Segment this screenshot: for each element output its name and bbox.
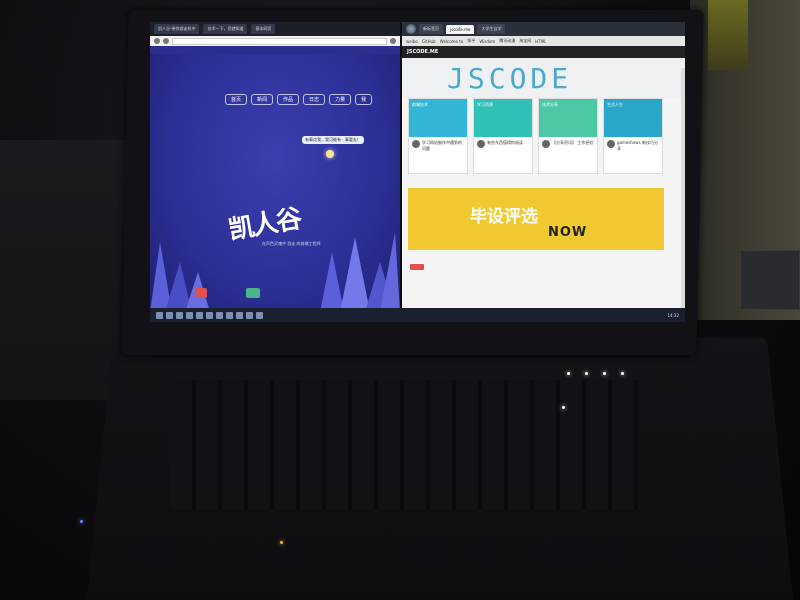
card-body: 有些东西值得你阅读 <box>474 137 532 151</box>
right-tab[interactable]: 新标签页 <box>419 24 443 34</box>
card[interactable]: 学习资源 有些东西值得你阅读 <box>473 98 533 174</box>
left-browser-window: 凯人谷-带你游走机中 技术一下，您就知道 基本网页 首页 新闻 作品 日志 力量… <box>150 22 400 312</box>
status-led <box>562 406 565 409</box>
right-browser-window: 新标签页 jscode.me 大学生自学 weibo GitHub Welcom… <box>402 22 685 312</box>
card-body: 【分享资讯】 工作经验 <box>539 137 597 151</box>
card-text: 有些东西值得你阅读 <box>487 140 523 145</box>
banner-title: 毕设评选 <box>470 207 538 227</box>
promo-banner[interactable]: 毕设评选 NOW <box>408 188 664 250</box>
background-yellow-object <box>708 0 748 70</box>
scrollbar[interactable] <box>681 68 685 308</box>
red-tag <box>410 264 424 270</box>
left-tab-bar: 凯人谷-带你游走机中 技术一下，您就知道 基本网页 <box>150 22 400 36</box>
card-header: 学习资源 <box>474 99 532 137</box>
bookmark[interactable]: 淘宝网 <box>519 38 531 44</box>
banner-subtitle: NOW <box>548 225 588 240</box>
card-header: 前端技术 <box>409 99 467 137</box>
card[interactable]: 技术分享 【分享资讯】 工作经验 <box>538 98 598 174</box>
site-header: JSCODE.ME <box>402 46 685 58</box>
start-icon[interactable] <box>156 311 163 319</box>
bookmark[interactable]: HTML <box>535 39 546 44</box>
taskbar-app-icon[interactable] <box>206 311 213 319</box>
avatar <box>477 140 485 148</box>
card[interactable]: 生活人生 gameshows 新技巧分享 <box>603 98 663 174</box>
taskbar-app-icon[interactable] <box>236 311 243 319</box>
taskbar-app-icon[interactable] <box>246 311 253 319</box>
status-led <box>567 372 570 375</box>
avatar <box>542 140 550 148</box>
taskbar-app-icon[interactable] <box>216 311 223 319</box>
card-header: 生活人生 <box>604 99 662 137</box>
left-address-bar <box>150 36 400 46</box>
right-tab-active[interactable]: jscode.me <box>446 24 475 34</box>
bookmarks-bar: weibo GitHub Welcome to 知乎 Wisdom 腾讯动漫 淘… <box>402 36 685 46</box>
green-mascot-icon[interactable] <box>246 288 260 298</box>
card-text: 学习网站制作中遇到的问题 <box>422 140 462 151</box>
nav-item[interactable]: 力量 <box>329 94 352 105</box>
laptop-screen: 凯人谷-带你游走机中 技术一下，您就知道 基本网页 首页 新闻 作品 日志 力量… <box>150 22 685 322</box>
bookmark[interactable]: weibo <box>406 39 418 44</box>
left-site-nav: 首页 新闻 作品 日志 力量 我 <box>225 94 373 105</box>
left-tab[interactable]: 技术一下，您就知道 <box>203 24 248 34</box>
card-body: 学习网站制作中遇到的问题 <box>409 137 467 155</box>
taskbar-app-icon[interactable] <box>196 311 203 319</box>
card-body: gameshows 新技巧分享 <box>604 137 662 155</box>
bookmark[interactable]: 知乎 <box>467 38 475 44</box>
taskbar-app-icon[interactable] <box>226 311 233 319</box>
red-mascot-icon[interactable] <box>195 288 207 298</box>
right-tab[interactable]: 大学生自学 <box>477 24 506 34</box>
left-tab[interactable]: 基本网页 <box>251 24 276 34</box>
left-page: 首页 新闻 作品 日志 力量 我 有事点我，我可能有 · 事要去！ 凯人谷 在声… <box>150 54 400 312</box>
background-box <box>740 250 800 310</box>
menu-icon[interactable] <box>390 38 396 44</box>
nav-item[interactable]: 我 <box>355 94 373 105</box>
card[interactable]: 前端技术 学习网站制作中遇到的问题 <box>408 98 468 174</box>
card-text: 【分享资讯】 工作经验 <box>552 140 594 145</box>
keyboard <box>170 380 640 510</box>
taskbar: 14:32 <box>150 308 685 322</box>
left-tab[interactable]: 凯人谷-带你游走机中 <box>154 24 200 34</box>
browser-logo-icon[interactable] <box>406 24 416 34</box>
card-header: 技术分享 <box>539 99 597 137</box>
hero-text: JSCODE <box>447 62 573 95</box>
taskbar-app-icon[interactable] <box>256 311 263 319</box>
nav-item[interactable]: 新闻 <box>251 94 274 105</box>
card-grid: 前端技术 学习网站制作中遇到的问题 学习资源 有些东西值得你阅读 技术分享 【分… <box>408 98 663 174</box>
speech-bubble: 有事点我，我可能有 · 事要去！ <box>302 136 364 144</box>
card-text: gameshows 新技巧分享 <box>617 140 659 151</box>
taskbar-app-icon[interactable] <box>166 311 173 319</box>
nav-item[interactable]: 日志 <box>303 94 326 105</box>
back-icon[interactable] <box>154 38 160 44</box>
avatar <box>607 140 615 148</box>
forward-icon[interactable] <box>163 38 169 44</box>
left-url-input[interactable] <box>172 37 387 45</box>
hero-banner: JSCODE <box>402 58 685 98</box>
blue-led <box>80 520 83 523</box>
power-led <box>280 541 283 544</box>
bookmark[interactable]: Wisdom <box>479 39 495 44</box>
moon-icon[interactable] <box>326 150 334 158</box>
bookmark[interactable]: Welcome to <box>440 39 464 44</box>
taskbar-app-icon[interactable] <box>186 311 193 319</box>
mountain-illustration <box>150 232 400 312</box>
taskbar-app-icon[interactable] <box>176 311 183 319</box>
right-tab-bar: 新标签页 jscode.me 大学生自学 <box>402 22 685 36</box>
avatar <box>412 140 420 148</box>
site-name[interactable]: JSCODE.ME <box>407 49 438 55</box>
photo-scene: 凯人谷-带你游走机中 技术一下，您就知道 基本网页 首页 新闻 作品 日志 力量… <box>0 0 800 600</box>
bookmark[interactable]: 腾讯动漫 <box>499 38 515 44</box>
status-led <box>603 372 606 375</box>
clock[interactable]: 14:32 <box>667 313 679 318</box>
status-led <box>585 372 588 375</box>
status-led <box>621 372 624 375</box>
nav-item[interactable]: 首页 <box>225 94 248 105</box>
nav-item[interactable]: 作品 <box>277 94 300 105</box>
bookmark[interactable]: GitHub <box>422 39 436 44</box>
